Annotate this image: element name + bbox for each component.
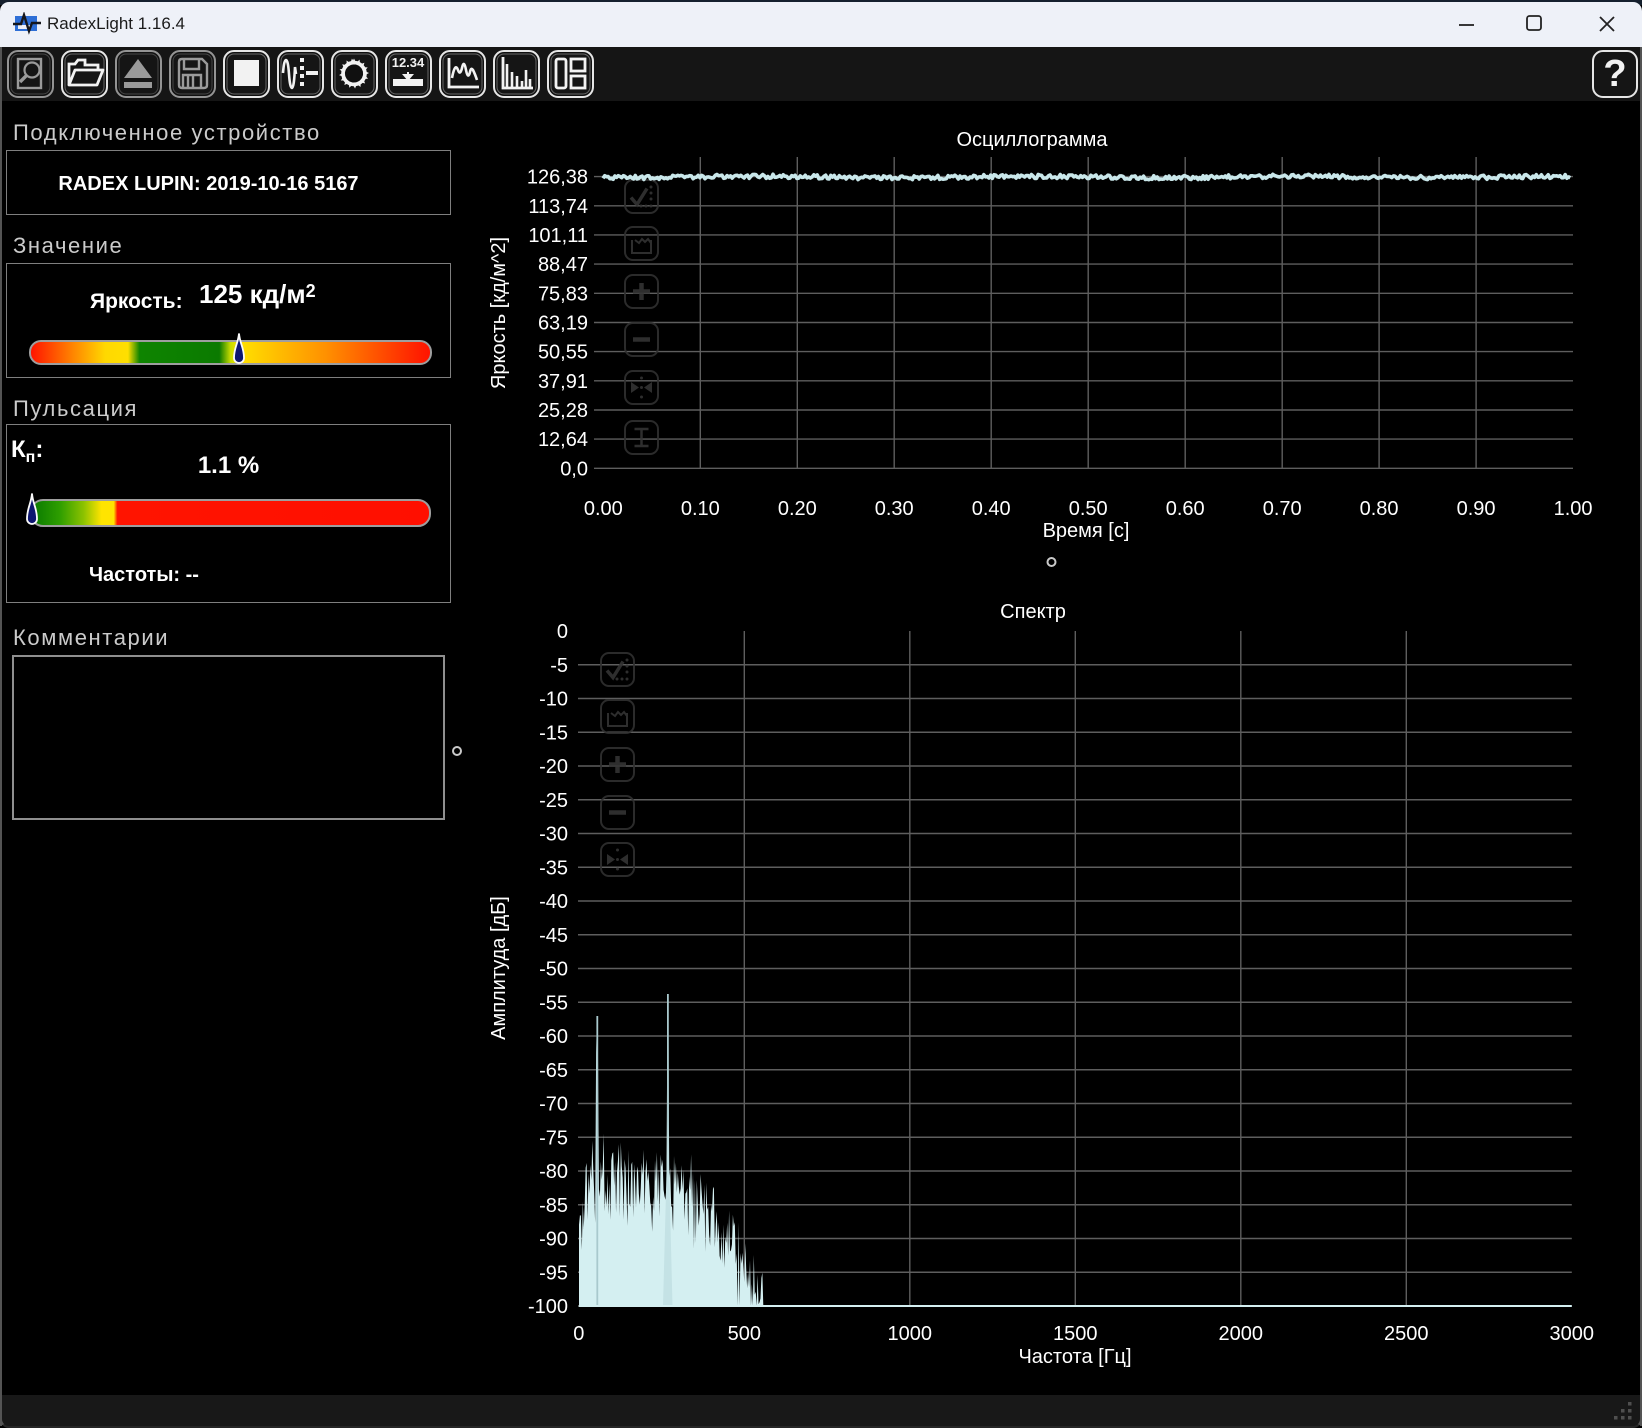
svg-text:-20: -20 bbox=[539, 756, 568, 778]
svg-text:0.40: 0.40 bbox=[972, 498, 1011, 520]
svg-text:-10: -10 bbox=[539, 689, 568, 711]
svg-text:12,64: 12,64 bbox=[538, 429, 588, 451]
svg-text:25,28: 25,28 bbox=[538, 400, 588, 422]
svg-text:88,47: 88,47 bbox=[538, 254, 588, 276]
svg-text:0.10: 0.10 bbox=[681, 498, 720, 520]
svg-text:0,0: 0,0 bbox=[560, 458, 588, 480]
svg-text:-75: -75 bbox=[539, 1127, 568, 1149]
svg-text:Осциллограмма: Осциллограмма bbox=[956, 129, 1108, 151]
svg-text:0.80: 0.80 bbox=[1360, 498, 1399, 520]
svg-text:1.00: 1.00 bbox=[1554, 498, 1593, 520]
svg-text:0.00: 0.00 bbox=[584, 498, 623, 520]
svg-text:-85: -85 bbox=[539, 1195, 568, 1217]
svg-text:-100: -100 bbox=[528, 1296, 568, 1318]
svg-text:2000: 2000 bbox=[1219, 1323, 1264, 1345]
svg-text:-30: -30 bbox=[539, 824, 568, 846]
svg-text:-90: -90 bbox=[539, 1229, 568, 1251]
svg-text:12.34: 12.34 bbox=[392, 55, 425, 70]
svg-text:63,19: 63,19 bbox=[538, 313, 588, 335]
svg-text:Амплитуда [дБ]: Амплитуда [дБ] bbox=[488, 896, 510, 1040]
svg-text:-65: -65 bbox=[539, 1060, 568, 1082]
svg-text:-70: -70 bbox=[539, 1094, 568, 1116]
svg-text:101,11: 101,11 bbox=[528, 225, 588, 247]
svg-text:0.70: 0.70 bbox=[1263, 498, 1302, 520]
svg-text:1000: 1000 bbox=[888, 1323, 933, 1345]
svg-text:-95: -95 bbox=[539, 1262, 568, 1284]
svg-text:Яркость [кд/м^2]: Яркость [кд/м^2] bbox=[488, 237, 510, 389]
svg-text:0: 0 bbox=[557, 621, 568, 643]
svg-text:-55: -55 bbox=[539, 992, 568, 1014]
svg-text:-25: -25 bbox=[539, 790, 568, 812]
svg-text:113,74: 113,74 bbox=[528, 196, 588, 218]
svg-text:-15: -15 bbox=[539, 722, 568, 744]
svg-text:Время [с]: Время [с] bbox=[1043, 520, 1130, 542]
svg-text:0.20: 0.20 bbox=[778, 498, 817, 520]
svg-text:1500: 1500 bbox=[1053, 1323, 1098, 1345]
svg-text:-80: -80 bbox=[539, 1161, 568, 1183]
svg-text:-45: -45 bbox=[539, 925, 568, 947]
svg-text:0.90: 0.90 bbox=[1457, 498, 1496, 520]
svg-text:75,83: 75,83 bbox=[538, 283, 588, 305]
svg-text:0.50: 0.50 bbox=[1069, 498, 1108, 520]
svg-text:-5: -5 bbox=[550, 655, 568, 677]
svg-text:Частота [Гц]: Частота [Гц] bbox=[1018, 1346, 1131, 1368]
svg-text:0: 0 bbox=[573, 1323, 584, 1345]
svg-text:37,91: 37,91 bbox=[538, 371, 588, 393]
svg-text:126,38: 126,38 bbox=[527, 167, 588, 189]
svg-text:500: 500 bbox=[728, 1323, 761, 1345]
svg-text:-60: -60 bbox=[539, 1026, 568, 1048]
svg-text:2500: 2500 bbox=[1384, 1323, 1429, 1345]
svg-text:50,55: 50,55 bbox=[538, 342, 588, 364]
svg-text:-50: -50 bbox=[539, 959, 568, 981]
svg-text:0.30: 0.30 bbox=[875, 498, 914, 520]
svg-text:Спектр: Спектр bbox=[1000, 601, 1066, 623]
svg-text:-40: -40 bbox=[539, 891, 568, 913]
svg-text:3000: 3000 bbox=[1550, 1323, 1595, 1345]
svg-text:-35: -35 bbox=[539, 857, 568, 879]
svg-text:0.60: 0.60 bbox=[1166, 498, 1205, 520]
